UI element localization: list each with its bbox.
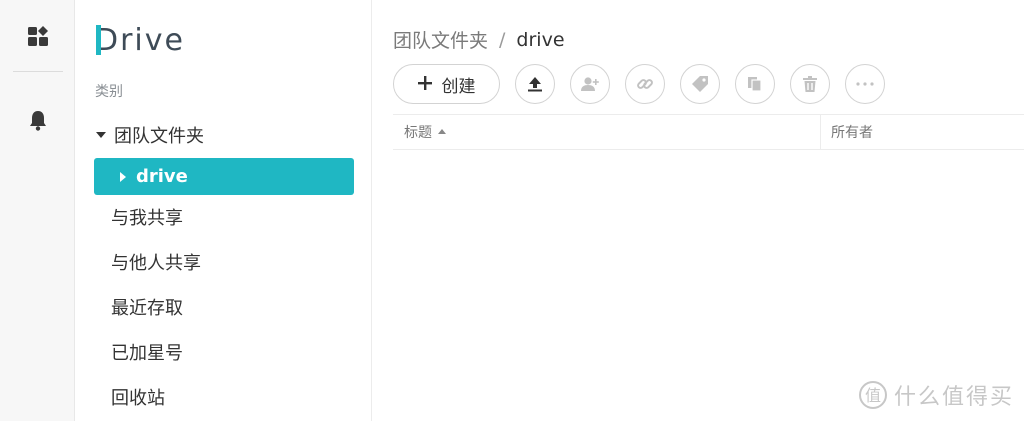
main-panel: 团队文件夹 / drive 创建 标题 所有者 [373,0,1024,421]
more-button[interactable] [845,64,885,104]
logo-accent-icon [96,25,101,55]
link-button[interactable] [625,64,665,104]
sidebar-item-drive[interactable]: drive [94,158,354,195]
breadcrumb: 团队文件夹 / drive [393,26,565,53]
plus-icon [417,73,432,95]
watermark-text: 什么值得买 [893,385,1014,410]
breadcrumb-current: drive [516,28,565,51]
tag-icon [692,76,708,92]
share-user-button[interactable] [570,64,610,104]
breadcrumb-separator: / [499,28,506,51]
sidebar-item-team-folder[interactable]: 团队文件夹 [94,116,354,153]
dashboard-icon[interactable] [24,22,52,50]
column-owner-label: 所有者 [831,125,873,141]
sidebar-item-recent[interactable]: 最近存取 [111,293,183,321]
bell-icon[interactable] [24,106,52,134]
sidebar-item-shared-with-others[interactable]: 与他人共享 [111,248,201,276]
category-label: 类别 [95,84,123,100]
rail-divider [13,71,63,72]
watermark: 值 什么值得买 [858,379,1014,411]
sidebar-item-starred[interactable]: 已加星号 [111,338,183,366]
sidebar-item-shared-with-me[interactable]: 与我共享 [111,203,183,231]
create-button[interactable]: 创建 [393,64,500,104]
smzdm-logo-icon: 值 [858,381,887,409]
app-rail [0,0,75,421]
copy-icon [748,77,762,92]
svg-text:值: 值 [865,386,881,405]
sidebar-item-label: 团队文件夹 [114,125,204,147]
delete-button[interactable] [790,64,830,104]
caret-right-icon[interactable] [116,171,130,182]
table-header: 标题 所有者 [393,114,1024,150]
add-user-icon [581,77,599,91]
tag-button[interactable] [680,64,720,104]
caret-down-icon[interactable] [94,131,108,138]
create-button-label: 创建 [441,76,476,97]
column-header-owner[interactable]: 所有者 [821,115,873,149]
more-icon [856,82,874,86]
sort-ascending-icon [438,127,446,137]
upload-button[interactable] [515,64,555,104]
logo-text: Drive [95,22,185,58]
upload-icon [528,77,542,92]
column-header-title[interactable]: 标题 [393,115,821,149]
column-title-label: 标题 [404,125,432,141]
breadcrumb-root[interactable]: 团队文件夹 [393,26,488,53]
toolbar: 创建 [393,64,885,104]
link-icon [637,79,653,89]
sidebar: Drive 类别 团队文件夹 drive 与我共享 与他人共享 最近存取 已加星… [75,0,372,421]
sidebar-item-label: drive [136,166,188,187]
drive-logo[interactable]: Drive [95,20,185,60]
sidebar-item-trash[interactable]: 回收站 [111,383,165,411]
delete-icon [803,76,817,92]
copy-button[interactable] [735,64,775,104]
